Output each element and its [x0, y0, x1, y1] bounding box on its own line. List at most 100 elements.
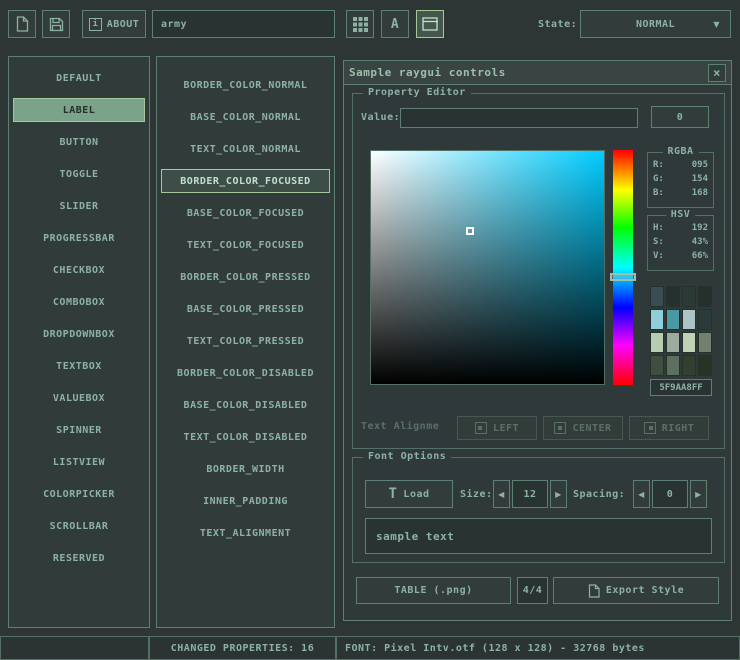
property-item-border_color_normal[interactable]: BORDER_COLOR_NORMAL	[161, 73, 330, 97]
hsv-hue-row: H:192	[648, 221, 713, 235]
color-swatch[interactable]	[698, 355, 712, 376]
window-titlebar[interactable]: Sample raygui controls ×	[344, 61, 731, 85]
hex-value: 5F9AA8FF	[659, 383, 702, 393]
control-item-dropdownbox[interactable]: DROPDOWNBOX	[13, 322, 145, 346]
align-center-button[interactable]: CENTER	[543, 416, 623, 440]
align-center-label: CENTER	[572, 423, 611, 434]
color-swatch[interactable]	[650, 332, 664, 353]
property-item-base_color_pressed[interactable]: BASE_COLOR_PRESSED	[161, 297, 330, 321]
control-item-scrollbar[interactable]: SCROLLBAR	[13, 514, 145, 538]
property-item-border_color_focused[interactable]: BORDER_COLOR_FOCUSED	[161, 169, 330, 193]
rgba-green-row: G:154	[648, 172, 713, 186]
hue-slider-handle[interactable]	[610, 273, 636, 281]
control-item-label[interactable]: LABEL	[13, 98, 145, 122]
property-item-inner_padding[interactable]: INNER_PADDING	[161, 489, 330, 513]
property-item-base_color_disabled[interactable]: BASE_COLOR_DISABLED	[161, 393, 330, 417]
rgba-group: RGBA R:095 G:154 B:168	[647, 152, 714, 208]
statusbar-left	[0, 636, 149, 660]
picker-cursor[interactable]	[466, 227, 474, 235]
control-item-slider[interactable]: SLIDER	[13, 194, 145, 218]
save-style-button[interactable]	[42, 10, 70, 38]
color-swatch[interactable]	[698, 309, 712, 330]
format-counter-box[interactable]: 4/4	[517, 577, 548, 604]
value-button[interactable]: 0	[651, 106, 709, 128]
control-item-checkbox[interactable]: CHECKBOX	[13, 258, 145, 282]
control-item-listview[interactable]: LISTVIEW	[13, 450, 145, 474]
hsv-saturation-row: S:43%	[648, 235, 713, 249]
property-item-border_color_pressed[interactable]: BORDER_COLOR_PRESSED	[161, 265, 330, 289]
color-swatch[interactable]	[650, 355, 664, 376]
align-right-button[interactable]: RIGHT	[629, 416, 709, 440]
controls-list: DEFAULT LABEL BUTTON TOGGLE SLIDER PROGRESSBA…	[8, 56, 150, 628]
color-swatch[interactable]	[650, 309, 664, 330]
control-item-default[interactable]: DEFAULT	[13, 66, 145, 90]
control-item-button[interactable]: BUTTON	[13, 130, 145, 154]
control-item-spinner[interactable]: SPINNER	[13, 418, 145, 442]
style-name-input[interactable]	[152, 10, 335, 38]
format-counter: 4/4	[523, 585, 543, 596]
control-item-toggle[interactable]: TOGGLE	[13, 162, 145, 186]
property-item-text_color_normal[interactable]: TEXT_COLOR_NORMAL	[161, 137, 330, 161]
size-decrement-button[interactable]: ◀	[493, 480, 510, 508]
property-item-text_color_focused[interactable]: TEXT_COLOR_FOCUSED	[161, 233, 330, 257]
grid-view-button[interactable]	[346, 10, 374, 38]
property-item-base_color_focused[interactable]: BASE_COLOR_FOCUSED	[161, 201, 330, 225]
close-button[interactable]: ×	[708, 64, 726, 82]
control-item-progressbar[interactable]: PROGRESSBAR	[13, 226, 145, 250]
property-editor-title: Property Editor	[363, 87, 471, 98]
hue-bar[interactable]	[613, 150, 633, 385]
font-load-icon: T	[388, 486, 397, 502]
properties-list: BORDER_COLOR_NORMAL BASE_COLOR_NORMAL TEXT…	[156, 56, 335, 628]
spacing-value-box[interactable]: 0	[652, 480, 688, 508]
color-swatch[interactable]	[666, 286, 680, 307]
export-style-button[interactable]: Export Style	[553, 577, 719, 604]
color-swatch[interactable]	[682, 309, 696, 330]
color-swatch[interactable]	[682, 332, 696, 353]
save-icon	[49, 17, 64, 32]
new-file-icon	[15, 16, 29, 32]
state-dropdown[interactable]: NORMAL ▼	[580, 10, 731, 38]
size-value-box[interactable]: 12	[512, 480, 548, 508]
value-button-label: 0	[677, 112, 684, 123]
align-right-icon	[644, 422, 656, 434]
property-item-border_color_disabled[interactable]: BORDER_COLOR_DISABLED	[161, 361, 330, 385]
sample-text-box[interactable]: sample text	[365, 518, 712, 554]
property-item-text_color_pressed[interactable]: TEXT_COLOR_PRESSED	[161, 329, 330, 353]
color-swatch[interactable]	[698, 332, 712, 353]
new-style-button[interactable]	[8, 10, 36, 38]
close-icon: ×	[713, 67, 721, 79]
spacing-increment-button[interactable]: ▶	[690, 480, 707, 508]
color-swatch[interactable]	[682, 355, 696, 376]
control-item-colorpicker[interactable]: COLORPICKER	[13, 482, 145, 506]
color-swatch[interactable]	[666, 332, 680, 353]
arrow-left-icon: ◀	[498, 490, 505, 499]
sample-text: sample text	[376, 530, 454, 543]
window-view-button[interactable]	[416, 10, 444, 38]
font-load-button[interactable]: T Load	[365, 480, 453, 508]
export-format-dropdown[interactable]: TABLE (.png)	[356, 577, 511, 604]
size-increment-button[interactable]: ▶	[550, 480, 567, 508]
property-item-text_color_disabled[interactable]: TEXT_COLOR_DISABLED	[161, 425, 330, 449]
property-item-text_alignment[interactable]: TEXT_ALIGNMENT	[161, 521, 330, 545]
control-item-textbox[interactable]: TEXTBOX	[13, 354, 145, 378]
color-swatch[interactable]	[666, 355, 680, 376]
control-item-valuebox[interactable]: VALUEBOX	[13, 386, 145, 410]
color-swatch[interactable]	[666, 309, 680, 330]
control-item-combobox[interactable]: COMBOBOX	[13, 290, 145, 314]
control-item-reserved[interactable]: RESERVED	[13, 546, 145, 570]
align-left-icon	[475, 422, 487, 434]
color-swatch[interactable]	[698, 286, 712, 307]
value-input[interactable]	[400, 108, 638, 128]
spacing-decrement-button[interactable]: ◀	[633, 480, 650, 508]
font-view-button[interactable]: A	[381, 10, 409, 38]
about-button[interactable]: i ABOUT	[82, 10, 146, 38]
align-left-button[interactable]: LEFT	[457, 416, 537, 440]
property-item-base_color_normal[interactable]: BASE_COLOR_NORMAL	[161, 105, 330, 129]
property-item-border_width[interactable]: BORDER_WIDTH	[161, 457, 330, 481]
arrow-right-icon: ▶	[695, 490, 702, 499]
hex-value-box[interactable]: 5F9AA8FF	[650, 379, 712, 396]
grid-icon	[353, 17, 368, 32]
color-swatch[interactable]	[682, 286, 696, 307]
color-picker[interactable]	[370, 150, 605, 385]
color-swatch[interactable]	[650, 286, 664, 307]
